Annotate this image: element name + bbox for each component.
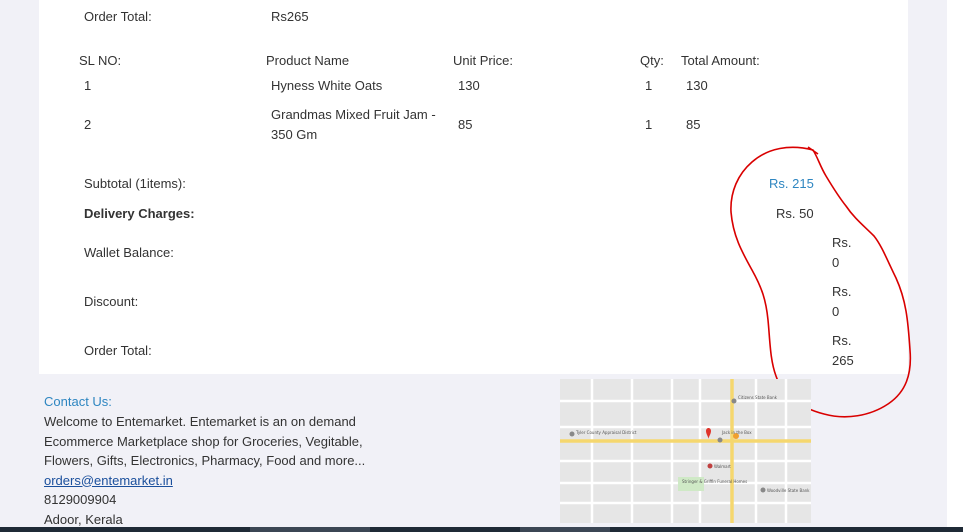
taskbar-segment xyxy=(520,527,610,532)
map-label-cafe: Jack in the Box xyxy=(721,430,752,435)
footer-welcome-line-2: Ecommerce Marketplace shop for Groceries… xyxy=(44,433,363,449)
bottom-taskbar xyxy=(0,527,963,532)
location-map[interactable]: Tyler County Appraisal District Citizens… xyxy=(560,379,811,523)
footer-welcome-line-3: Flowers, Gifts, Electronics, Pharmacy, F… xyxy=(44,453,366,468)
contact-phone: 8129009904 xyxy=(44,492,117,507)
map-label-store: Walmart xyxy=(714,464,731,469)
taskbar-segment xyxy=(250,527,370,532)
map-label-bank2: Woodville State Bank xyxy=(767,488,810,493)
map-label-bank: Citizens State Bank xyxy=(738,395,778,400)
footer-about: Welcome to Entemarket. Entemarket is an … xyxy=(44,412,374,529)
footer-welcome-line-1: Welcome to Entemarket. Entemarket is an … xyxy=(44,414,356,429)
map-label-funeral: Stringer & Griffin Funeral Homes xyxy=(682,479,747,484)
contact-email-link[interactable]: orders@entemarket.in xyxy=(44,473,173,488)
map-graphic: Tyler County Appraisal District Citizens… xyxy=(560,379,811,523)
map-label-county: Tyler County Appraisal District xyxy=(575,430,637,435)
contact-us-title: Contact Us: xyxy=(44,394,112,409)
